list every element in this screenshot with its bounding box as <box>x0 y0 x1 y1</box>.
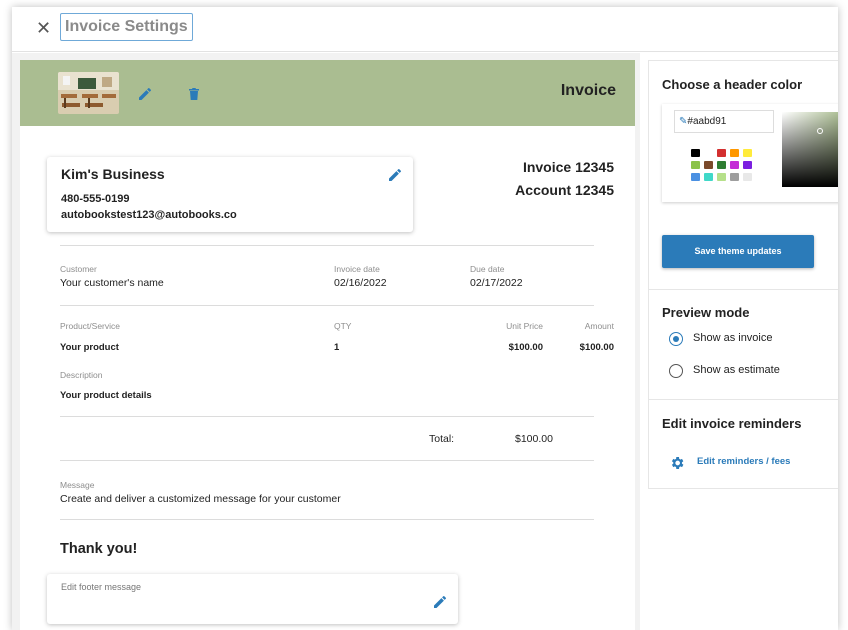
edit-reminders-link[interactable]: Edit reminders / fees <box>669 455 790 476</box>
total-label: Total: <box>429 433 455 445</box>
color-swatch[interactable] <box>717 173 726 181</box>
invoice-header-title: Invoice <box>560 82 616 99</box>
edit-business-icon[interactable] <box>387 167 403 183</box>
gradient-handle[interactable] <box>817 128 823 134</box>
message-label: Message <box>60 480 95 490</box>
radio-selected[interactable] <box>669 332 683 346</box>
color-swatch[interactable] <box>730 173 739 181</box>
header-color-heading: Choose a header color <box>662 77 803 92</box>
color-swatch[interactable] <box>717 149 726 157</box>
color-swatch[interactable] <box>704 161 713 169</box>
invoice-settings-window: ✕ Invoice Settings Invoice Kim's Busines… <box>12 7 838 630</box>
color-picker: ✎#aabd91 <box>662 104 838 202</box>
item-product: Your product <box>60 342 119 353</box>
thank-you-text: Thank you! <box>60 541 138 557</box>
item-unit-price: $100.00 <box>508 342 543 353</box>
top-bar: ✕ Invoice Settings <box>12 7 838 52</box>
business-info-card[interactable]: Kim's Business 480-555-0199 autobookstes… <box>47 157 413 232</box>
invoice-preview: Invoice Kim's Business 480-555-0199 auto… <box>20 60 635 630</box>
description-label: Description <box>60 370 103 380</box>
due-date-label: Due date <box>470 264 505 274</box>
divider <box>649 399 838 400</box>
column-header-product: Product/Service <box>60 321 120 331</box>
item-qty: 1 <box>334 342 340 353</box>
divider <box>60 460 594 461</box>
divider <box>60 519 594 520</box>
message-value: Create and deliver a customized message … <box>60 493 341 505</box>
gear-icon <box>671 457 684 469</box>
radio-label: Show as invoice <box>693 332 773 344</box>
color-swatch[interactable] <box>743 149 752 157</box>
radio-label: Show as estimate <box>693 364 780 376</box>
close-icon[interactable]: ✕ <box>36 18 51 39</box>
reminders-heading: Edit invoice reminders <box>662 416 802 431</box>
color-swatch[interactable] <box>730 149 739 157</box>
color-swatch[interactable] <box>691 161 700 169</box>
color-swatch[interactable] <box>691 149 700 157</box>
account-number: Account 12345 <box>515 182 614 198</box>
invoice-header: Invoice <box>20 60 635 126</box>
page-title: Invoice Settings <box>60 13 193 41</box>
divider <box>60 245 594 246</box>
footer-message-card[interactable]: Edit footer message <box>47 574 458 624</box>
color-swatch[interactable] <box>717 161 726 169</box>
color-swatch[interactable] <box>730 161 739 169</box>
column-header-unit-price: Unit Price <box>506 321 543 331</box>
invoice-number: Invoice 12345 <box>522 159 614 175</box>
column-header-qty: QTY <box>334 321 352 331</box>
total-value: $100.00 <box>515 433 553 445</box>
save-theme-button[interactable]: Save theme updates <box>662 235 814 268</box>
invoice-date-value: 02/16/2022 <box>334 277 387 289</box>
logo-image <box>58 72 119 114</box>
due-date-value: 02/17/2022 <box>470 277 523 289</box>
customer-value: Your customer's name <box>60 277 164 289</box>
divider <box>649 289 838 290</box>
business-phone: 480-555-0199 <box>61 193 130 205</box>
edit-footer-icon[interactable] <box>432 594 448 610</box>
item-amount: $100.00 <box>579 342 614 353</box>
color-swatch[interactable] <box>743 173 752 181</box>
footer-message-placeholder: Edit footer message <box>61 582 142 592</box>
description-value: Your product details <box>60 390 152 401</box>
invoice-date-label: Invoice date <box>334 264 380 274</box>
column-header-amount: Amount <box>584 321 614 331</box>
customer-label: Customer <box>60 264 97 274</box>
color-swatch[interactable] <box>704 173 713 181</box>
hex-input[interactable]: ✎#aabd91 <box>674 110 774 133</box>
preview-mode-heading: Preview mode <box>662 305 750 320</box>
color-gradient-area[interactable] <box>782 112 838 187</box>
hex-value: #aabd91 <box>687 116 727 127</box>
business-email: autobookstest123@autobooks.co <box>61 209 237 221</box>
edit-reminders-label: Edit reminders / fees <box>697 456 791 467</box>
business-name: Kim's Business <box>61 166 165 182</box>
settings-panel: Choose a header color ✎#aabd91 Save them… <box>648 60 838 489</box>
radio-unselected[interactable] <box>669 364 683 378</box>
edit-logo-icon[interactable] <box>137 86 153 102</box>
divider <box>60 305 594 306</box>
delete-logo-icon[interactable] <box>186 86 202 102</box>
color-swatch[interactable] <box>743 161 752 169</box>
color-swatch[interactable] <box>704 149 713 157</box>
color-swatch[interactable] <box>691 173 700 181</box>
divider <box>60 416 594 417</box>
